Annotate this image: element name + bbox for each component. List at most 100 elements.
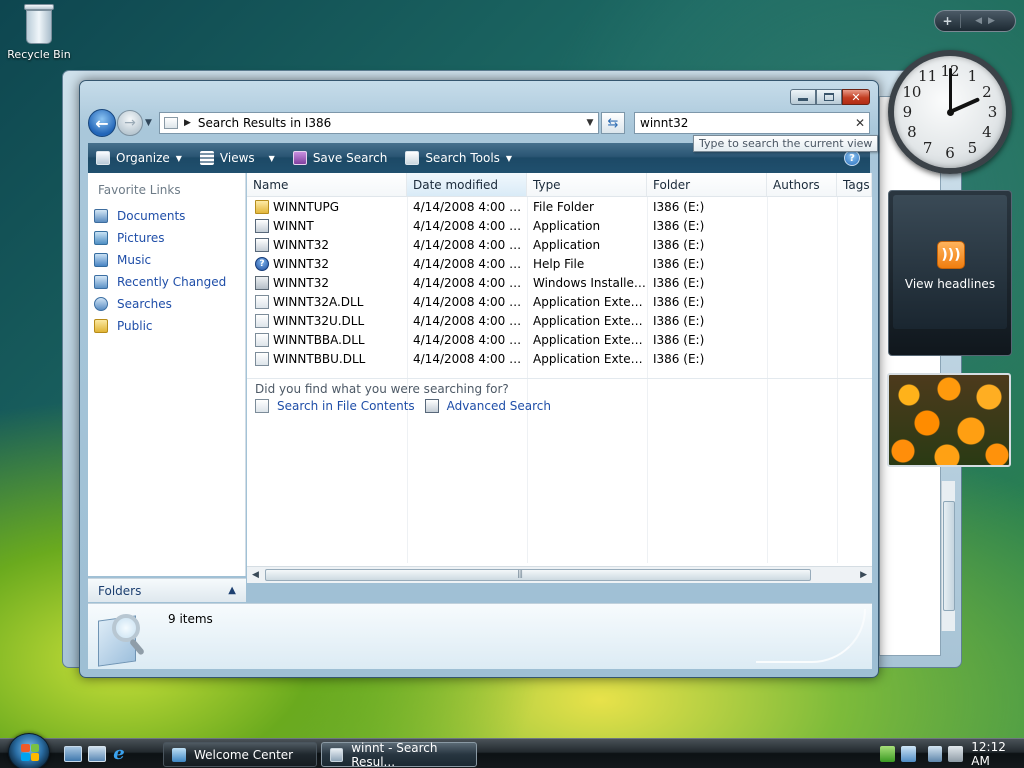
sidebar-controls: + ◀▶	[934, 10, 1016, 32]
taskbar-button-label: Welcome Center	[194, 747, 294, 762]
welcome-center-icon	[172, 747, 186, 762]
feed-headlines-gadget[interactable]: ))) View headlines	[888, 190, 1012, 356]
maximize-button[interactable]	[816, 89, 842, 105]
gadget-page-arrows-icon[interactable]: ◀▶	[961, 16, 1015, 26]
refresh-button[interactable]: ⇆	[601, 112, 625, 134]
recently-changed-icon	[94, 275, 108, 289]
back-button[interactable]: ←	[88, 109, 116, 137]
forward-button[interactable]: →	[117, 110, 143, 136]
advanced-search-link[interactable]: Advanced Search	[424, 399, 551, 413]
table-row[interactable]: WINNT32U.DLL 4/14/2008 4:00 AM Application…	[247, 311, 872, 330]
folders-toggle[interactable]: Folders ▲	[88, 578, 246, 602]
clear-search-icon[interactable]: ✕	[851, 116, 869, 130]
favorite-link-label: Public	[117, 319, 153, 333]
column-header-type[interactable]: Type	[527, 173, 647, 196]
system-clock[interactable]: 12:12 AM	[971, 740, 1024, 768]
add-gadget-button[interactable]: +	[935, 14, 961, 28]
documents-icon	[94, 209, 108, 223]
table-row[interactable]: WINNT32 4/14/2008 4:00 AM Application I386 …	[247, 235, 872, 254]
file-name: WINNT32	[273, 275, 329, 290]
table-row[interactable]: WINNT32 4/14/2008 4:00 AM Windows Installe…	[247, 273, 872, 292]
minimize-button[interactable]	[790, 89, 816, 105]
search-input[interactable]	[635, 116, 851, 130]
file-folder: I386 (E:)	[653, 313, 705, 328]
scroll-left-icon[interactable]: ◀	[252, 570, 259, 580]
views-icon	[199, 151, 214, 165]
table-row[interactable]: ? WINNT32 4/14/2008 4:00 AM Help File I386 (…	[247, 254, 872, 273]
file-folder: I386 (E:)	[653, 294, 705, 309]
column-headers: Name Date modified Type Folder Authors T…	[247, 173, 872, 197]
file-type: Application Extens...	[533, 351, 647, 366]
help-icon[interactable]: ?	[844, 150, 860, 166]
taskbar-button-search-results[interactable]: winnt - Search Resul...	[321, 741, 477, 768]
favorite-link-public[interactable]: Public	[88, 315, 245, 337]
network-share-icon[interactable]	[900, 746, 916, 762]
decorative-swoosh	[756, 609, 866, 663]
network-icon[interactable]	[927, 746, 943, 762]
column-header-authors[interactable]: Authors	[767, 173, 837, 196]
file-folder: I386 (E:)	[653, 275, 705, 290]
help-file-icon: ?	[255, 256, 269, 271]
breadcrumb-separator-icon[interactable]: ▶	[184, 118, 191, 128]
volume-muted-icon[interactable]	[948, 746, 964, 762]
favorite-link-label: Music	[117, 253, 152, 267]
table-row[interactable]: WINNTUPG 4/14/2008 4:00 AM File Folder I386…	[247, 197, 872, 216]
search-tools-icon	[405, 151, 420, 165]
file-type: Application Extens...	[533, 294, 647, 309]
security-status-icon[interactable]	[880, 746, 895, 762]
item-count: 9 items	[168, 612, 213, 626]
save-search-button[interactable]: Save Search	[292, 151, 387, 165]
search-tools-menu[interactable]: Search Tools ▼	[405, 151, 512, 165]
file-name: WINNT32A.DLL	[273, 294, 364, 309]
clock-gadget[interactable]: 12 1 2 3 4 5 6 7 8 9 10 11	[888, 50, 1012, 174]
search-results-window[interactable]: ✕ ← → ▼ ▶ Search Results in I386 ▼ ⇆ ✕ T…	[79, 80, 879, 678]
table-row[interactable]: WINNTBBU.DLL 4/14/2008 4:00 AM Application…	[247, 349, 872, 368]
close-button[interactable]: ✕	[842, 89, 870, 105]
taskbar-button-welcome-center[interactable]: Welcome Center	[163, 742, 317, 767]
favorite-link-pictures[interactable]: Pictures	[88, 227, 245, 249]
show-desktop-icon[interactable]	[64, 746, 82, 762]
table-row[interactable]: WINNTBBA.DLL 4/14/2008 4:00 AM Application…	[247, 330, 872, 349]
search-question: Did you find what you were searching for…	[255, 382, 509, 396]
chevron-down-icon: ▼	[268, 153, 275, 163]
horizontal-scrollbar[interactable]: ◀ ||| ▶	[247, 566, 872, 583]
switch-windows-icon[interactable]	[88, 746, 106, 762]
file-name-cell: WINNTBBA.DLL	[247, 332, 407, 347]
column-header-tags[interactable]: Tags	[837, 173, 872, 196]
chevron-down-icon: ▼	[175, 153, 182, 163]
file-name-cell: ? WINNT32	[247, 256, 407, 271]
table-row[interactable]: WINNT 4/14/2008 4:00 AM Application I386 (E…	[247, 216, 872, 235]
favorite-link-label: Recently Changed	[117, 275, 227, 289]
search-in-file-contents-link[interactable]: Search in File Contents	[255, 399, 415, 413]
scroll-right-icon[interactable]: ▶	[860, 570, 867, 580]
scrollbar-thumb[interactable]	[265, 569, 811, 581]
favorite-link-documents[interactable]: Documents	[88, 205, 245, 227]
favorite-link-recently-changed[interactable]: Recently Changed	[88, 271, 245, 293]
start-button[interactable]	[8, 733, 50, 768]
column-header-name[interactable]: Name	[247, 173, 407, 196]
file-name: WINNTBBU.DLL	[273, 351, 366, 366]
table-row[interactable]: WINNT32A.DLL 4/14/2008 4:00 AM Application…	[247, 292, 872, 311]
column-header-folder[interactable]: Folder	[647, 173, 767, 196]
favorite-link-searches[interactable]: Searches	[88, 293, 245, 315]
internet-explorer-icon[interactable]: e	[110, 745, 128, 763]
views-label: Views	[219, 151, 255, 165]
column-header-date-modified[interactable]: Date modified	[407, 173, 527, 196]
address-dropdown-icon[interactable]: ▼	[582, 118, 598, 128]
address-bar[interactable]: ▶ Search Results in I386 ▼	[159, 112, 599, 134]
organize-menu[interactable]: Organize ▼	[96, 151, 182, 165]
file-date: 4/14/2008 4:00 AM	[413, 313, 527, 328]
file-name-cell: WINNT32	[247, 237, 407, 252]
dll-file-icon	[255, 313, 269, 328]
search-box[interactable]: ✕	[634, 112, 870, 134]
recycle-bin[interactable]: Recycle Bin	[4, 2, 74, 61]
recent-pages-dropdown[interactable]: ▼	[145, 118, 152, 128]
background-window-scrollbar[interactable]	[941, 481, 955, 631]
file-type: File Folder	[533, 199, 594, 214]
slideshow-gadget-photo[interactable]	[887, 373, 1011, 467]
file-date: 4/14/2008 4:00 AM	[413, 256, 527, 271]
view-headlines-label: View headlines	[904, 277, 996, 291]
favorite-link-music[interactable]: Music	[88, 249, 245, 271]
views-menu[interactable]: Views ▼	[199, 151, 275, 165]
file-folder: I386 (E:)	[653, 237, 705, 252]
